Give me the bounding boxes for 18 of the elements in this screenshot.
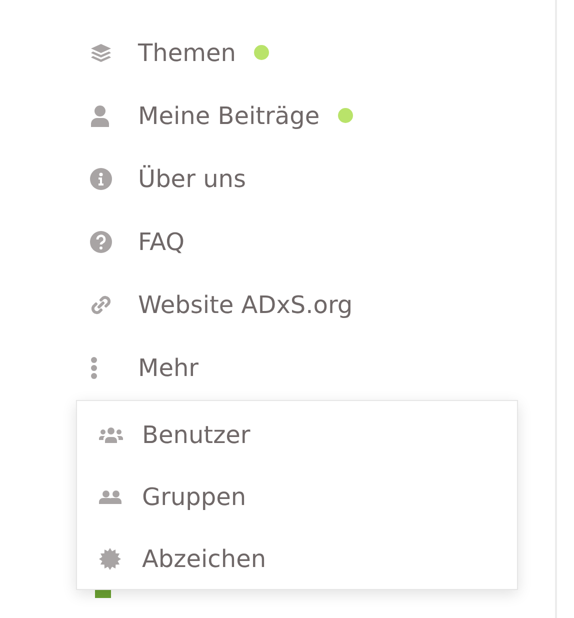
info-icon bbox=[90, 168, 112, 190]
nav-link[interactable]: Themen bbox=[0, 21, 555, 84]
layers-icon bbox=[90, 42, 112, 62]
menu-item[interactable]: Benutzer bbox=[77, 404, 517, 466]
nav-link[interactable]: Mehr bbox=[0, 336, 555, 399]
menu-item[interactable]: Abzeichen bbox=[77, 528, 517, 590]
users-icon bbox=[99, 427, 123, 443]
badge-icon bbox=[99, 548, 121, 570]
user-icon bbox=[90, 104, 110, 126]
more-icon bbox=[90, 356, 98, 378]
link-icon bbox=[90, 294, 112, 316]
help-icon bbox=[90, 230, 112, 252]
users-icon bbox=[99, 490, 123, 504]
nav-link[interactable]: Über uns bbox=[0, 147, 555, 210]
nav-link[interactable]: Website ADxS.org bbox=[0, 273, 555, 336]
nav-link[interactable]: Meine Beiträge bbox=[0, 84, 555, 147]
menu-item[interactable]: Gruppen bbox=[77, 466, 517, 528]
nav-link[interactable]: FAQ bbox=[0, 210, 555, 273]
